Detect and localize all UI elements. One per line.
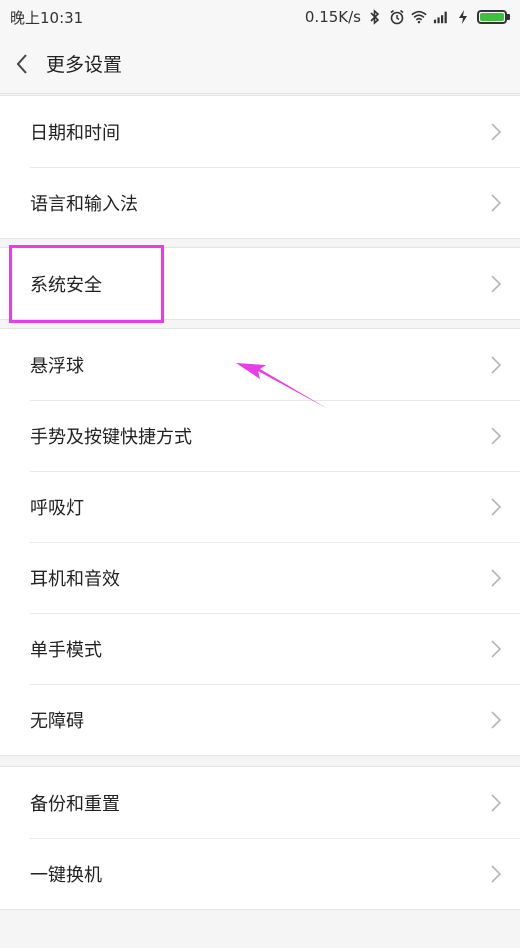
chevron-right-icon xyxy=(491,274,502,293)
battery-icon xyxy=(477,10,510,24)
settings-item-notification-light[interactable]: 呼吸灯 xyxy=(0,471,520,542)
settings-item-label: 单手模式 xyxy=(30,639,102,661)
settings-item-language-input[interactable]: 语言和输入法 xyxy=(0,167,520,238)
settings-item-label: 一键换机 xyxy=(30,864,102,886)
page-title: 更多设置 xyxy=(46,54,123,76)
settings-item-date-time[interactable]: 日期和时间 xyxy=(0,96,520,167)
settings-item-label: 手势及按键快捷方式 xyxy=(30,426,192,448)
settings-group-4: 备份和重置 一键换机 xyxy=(0,766,520,910)
network-speed: 0.15K/s xyxy=(304,8,361,26)
chevron-right-icon xyxy=(491,355,502,374)
battery-tip xyxy=(507,14,510,20)
chevron-right-icon xyxy=(491,710,502,729)
settings-item-label: 语言和输入法 xyxy=(30,193,138,215)
settings-item-headphones-audio[interactable]: 耳机和音效 xyxy=(0,542,520,613)
settings-item-accessibility[interactable]: 无障碍 xyxy=(0,684,520,755)
settings-item-label: 呼吸灯 xyxy=(30,497,84,519)
chevron-right-icon xyxy=(491,497,502,516)
status-right: 0.15K/s xyxy=(305,8,510,26)
chevron-right-icon xyxy=(491,864,502,883)
settings-item-label: 悬浮球 xyxy=(30,355,84,377)
chevron-right-icon xyxy=(491,426,502,445)
status-time: 晚上10:31 xyxy=(10,8,84,27)
settings-item-phone-migration[interactable]: 一键换机 xyxy=(0,838,520,909)
header: 更多设置 xyxy=(0,34,520,94)
chevron-right-icon xyxy=(491,793,502,812)
chevron-right-icon xyxy=(491,193,502,212)
annotation-arrow-icon xyxy=(236,363,328,409)
chevron-right-icon xyxy=(491,568,502,587)
back-arrow-icon xyxy=(16,53,27,74)
back-button[interactable] xyxy=(2,34,42,94)
settings-item-backup-reset[interactable]: 备份和重置 xyxy=(0,767,520,838)
chevron-right-icon xyxy=(491,122,502,141)
bluetooth-icon xyxy=(370,9,380,25)
settings-item-label: 无障碍 xyxy=(30,710,84,732)
annotation-highlight-box xyxy=(9,245,164,323)
status-bar: 晚上10:31 0.15K/s xyxy=(0,0,520,34)
alarm-icon xyxy=(390,9,404,25)
screen: 晚上10:31 0.15K/s 更多设置 日期和时间 语言和输入法 系统安全 悬… xyxy=(0,0,520,948)
wifi-icon xyxy=(411,10,427,24)
chevron-right-icon xyxy=(491,639,502,658)
charging-icon xyxy=(459,10,467,24)
settings-group-1: 日期和时间 语言和输入法 xyxy=(0,95,520,239)
settings-item-label: 日期和时间 xyxy=(30,122,120,144)
settings-item-one-handed-mode[interactable]: 单手模式 xyxy=(0,613,520,684)
settings-item-label: 耳机和音效 xyxy=(30,568,120,590)
signal-icon xyxy=(433,11,447,24)
battery-body xyxy=(477,10,507,24)
battery-fill xyxy=(480,13,504,21)
settings-item-label: 备份和重置 xyxy=(30,793,120,815)
